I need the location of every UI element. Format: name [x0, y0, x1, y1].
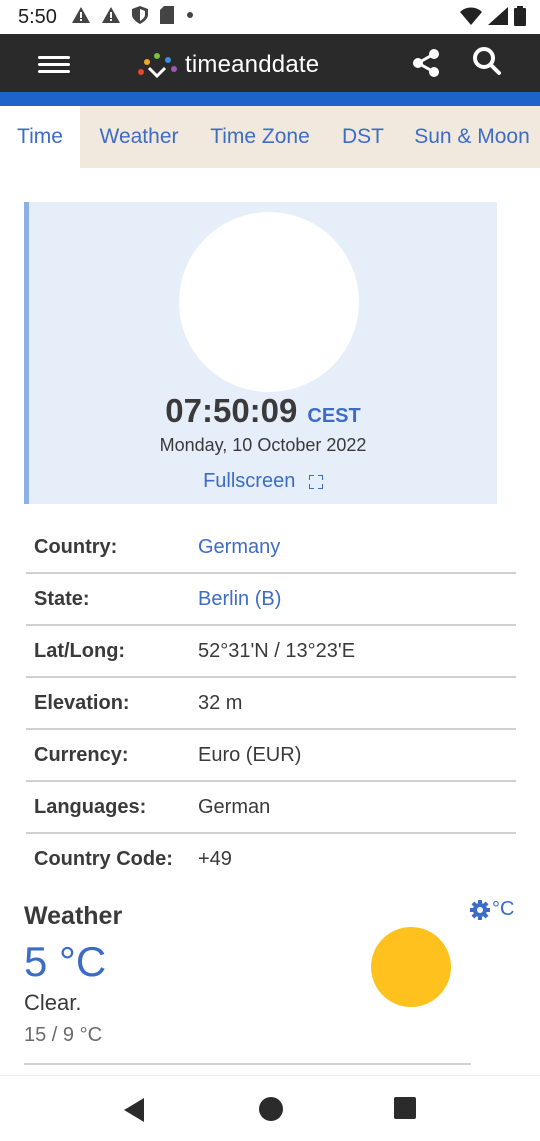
logo-rays-icon: [138, 53, 177, 79]
signal-icon: [488, 7, 508, 25]
info-label: Country:: [34, 535, 118, 558]
info-label: State:: [34, 587, 90, 610]
info-row-languages: Languages: German: [26, 782, 516, 834]
weather-description: Clear.: [24, 990, 82, 1015]
hamburger-icon: [38, 56, 70, 59]
hamburger-menu-button[interactable]: [38, 52, 70, 76]
current-date: Monday, 10 October 2022: [159, 435, 367, 455]
system-icons: [460, 6, 526, 26]
info-label: Country Code:: [34, 847, 173, 870]
current-time: 07:50:09: [165, 392, 298, 429]
site-logo[interactable]: timeanddate: [135, 45, 319, 85]
notification-icons: [72, 6, 194, 24]
clock-card: 07:50:09 CEST Monday, 10 October 2022 Ful…: [24, 202, 497, 504]
info-row-latlong: Lat/Long: 52°31'N / 13°23'E: [26, 626, 516, 678]
info-row-country-code: Country Code: +49: [26, 834, 516, 884]
share-icon: [413, 49, 439, 77]
fullscreen-link[interactable]: Fullscreen: [29, 470, 497, 493]
unit-label: °C: [492, 898, 515, 920]
info-row-state: State: Berlin (B): [26, 574, 516, 626]
gear-icon: [470, 899, 490, 920]
info-value: 52°31'N / 13°23'E: [198, 639, 356, 662]
status-time: 5:50: [18, 6, 57, 28]
weather-range: 15 / 9 °C: [24, 1024, 103, 1046]
tab-time[interactable]: Time: [0, 106, 80, 168]
header-accent-strip: [0, 92, 540, 106]
share-button[interactable]: [409, 46, 443, 80]
back-icon[interactable]: [120, 1096, 148, 1124]
nav-tabs: Time Weather Time Zone DST Sun & Moon: [0, 106, 540, 168]
system-nav-bar: [0, 1075, 540, 1141]
tab-dst[interactable]: DST: [322, 106, 404, 168]
search-button[interactable]: [470, 44, 504, 78]
info-label: Elevation:: [34, 691, 130, 714]
tab-time-zone[interactable]: Time Zone: [198, 106, 322, 168]
timezone-abbr[interactable]: CEST: [307, 405, 360, 427]
status-bar: 5:50: [0, 0, 540, 34]
battery-icon: [514, 6, 526, 26]
weather-title: Weather: [24, 902, 123, 930]
wifi-icon: [460, 7, 482, 25]
tab-sun-moon[interactable]: Sun & Moon: [404, 106, 540, 168]
info-value: 32 m: [198, 691, 243, 714]
weather-temperature: 5 °C: [24, 938, 107, 985]
tab-weather[interactable]: Weather: [80, 106, 198, 168]
analog-clock: [179, 212, 359, 392]
info-value: German: [198, 795, 271, 818]
logo-text: timeanddate: [185, 51, 320, 78]
info-row-currency: Currency: Euro (EUR): [26, 730, 516, 782]
state-link[interactable]: Berlin (B): [198, 588, 281, 611]
info-value: +49: [198, 847, 232, 870]
info-label: Languages:: [34, 795, 147, 818]
divider: [24, 1063, 471, 1065]
alert-icon: [102, 7, 120, 23]
info-row-country: Country: Germany: [26, 522, 516, 574]
info-value: Euro (EUR): [198, 743, 302, 766]
alert-icon: [72, 7, 90, 23]
dot-icon: [187, 12, 193, 18]
shield-icon: [132, 6, 148, 24]
info-row-elevation: Elevation: 32 m: [26, 678, 516, 730]
digital-clock: 07:50:09 CEST: [29, 392, 497, 430]
weather-unit-settings[interactable]: °C: [470, 898, 514, 921]
country-link[interactable]: Germany: [198, 536, 280, 559]
home-icon[interactable]: [257, 1095, 285, 1123]
sd-card-icon: [160, 6, 174, 24]
info-label: Currency:: [34, 743, 129, 766]
info-label: Lat/Long:: [34, 639, 126, 662]
sun-icon: [371, 927, 451, 1007]
location-info-table: Country: Germany State: Berlin (B) Lat/L…: [26, 522, 516, 884]
recent-apps-icon[interactable]: [394, 1097, 416, 1119]
fullscreen-icon: [308, 474, 323, 489]
search-icon: [473, 47, 501, 75]
fullscreen-label: Fullscreen: [203, 470, 296, 492]
